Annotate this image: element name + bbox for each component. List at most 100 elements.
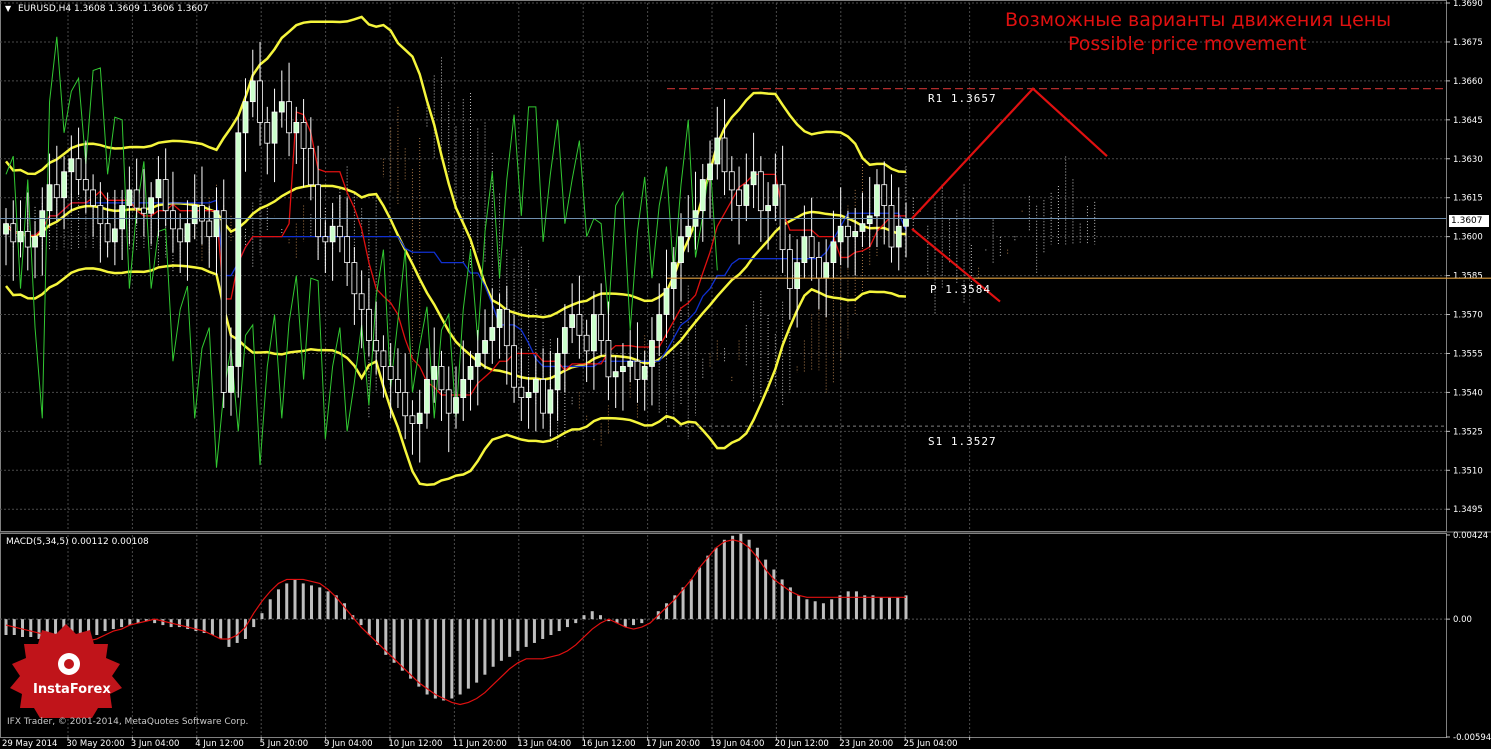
candle-body: [816, 257, 822, 279]
candle-body: [315, 184, 321, 238]
candle-body: [271, 111, 278, 144]
candle-body: [235, 132, 242, 367]
candle-body: [845, 225, 851, 238]
candle-body: [387, 366, 394, 380]
candle-body: [554, 353, 561, 391]
candle-body: [605, 340, 612, 378]
candle-body: [286, 101, 292, 134]
candle-body: [358, 293, 365, 310]
candle-body: [264, 122, 271, 144]
candle-body: [75, 158, 82, 180]
x-tick-label: 5 Jun 20:00: [260, 739, 309, 749]
symbol-header: EURUSD,H4 1.3608 1.3609 1.3606 1.3607: [18, 4, 209, 14]
candle-body: [561, 327, 568, 354]
x-tick-label: 16 Jun 12:00: [582, 739, 636, 749]
candle-body: [670, 262, 677, 289]
candle-body: [257, 80, 263, 123]
current-price-marker: 1.3607: [1449, 215, 1489, 227]
candle-body: [540, 379, 546, 414]
candle-body: [641, 366, 648, 380]
macd-signal-line: [5, 539, 906, 706]
macd-y-tick-label: 0.00: [1453, 615, 1472, 625]
y-tick-label: 1.3555: [1453, 349, 1483, 359]
candle-body: [24, 231, 31, 248]
instaforex-logo: [10, 624, 122, 718]
candle-body: [474, 353, 481, 367]
candle-body: [351, 262, 358, 295]
candle-body: [395, 379, 401, 393]
candle-body: [779, 184, 786, 251]
dropdown-arrow-icon[interactable]: ▼: [5, 3, 11, 14]
candle-body: [53, 184, 60, 199]
candle-body: [220, 210, 227, 393]
ichimoku-tenkan-line: [5, 111, 906, 396]
candle-body: [598, 314, 605, 341]
candle-body: [380, 350, 387, 367]
candlesticks: [3, 41, 909, 463]
candle-body: [685, 225, 692, 238]
candle-body: [525, 392, 532, 399]
candle-body: [772, 184, 779, 206]
candle-body: [874, 184, 880, 217]
candle-body: [460, 379, 467, 399]
candle-body: [547, 389, 554, 414]
candle-body: [162, 179, 169, 212]
x-tick-label: 11 Jun 20:00: [453, 739, 507, 749]
y-tick-label: 1.3540: [1453, 388, 1483, 398]
candle-body: [228, 366, 234, 393]
candle-body: [307, 147, 314, 186]
trading-chart-window: 1.3690 1.3675 1.3660 1.3645 1.3630 1.3615 1.36…: [0, 0, 1491, 749]
candle-body: [612, 371, 619, 378]
candle-body: [438, 366, 445, 391]
y-tick-label: 1.3630: [1453, 155, 1483, 165]
candle-body: [503, 308, 510, 347]
candle-body: [852, 231, 859, 238]
candle-body: [786, 249, 793, 289]
candle-body: [532, 379, 539, 393]
candle-body: [627, 360, 634, 367]
candle-body: [300, 122, 307, 149]
candle-body: [830, 241, 837, 264]
candle-body: [373, 340, 380, 352]
candle-body: [148, 197, 155, 214]
y-tick-label: 1.3660: [1453, 77, 1483, 87]
candle-body: [3, 223, 9, 235]
candle-body: [808, 236, 815, 258]
candle-body: [97, 205, 104, 225]
pivot-level-label: P 1.3584: [930, 283, 991, 296]
candle-body: [634, 360, 641, 380]
y-tick-label: 1.3645: [1453, 116, 1483, 126]
candle-body: [496, 308, 503, 328]
annotation-english: Possible price movement: [1068, 33, 1307, 55]
candle-body: [866, 215, 873, 225]
y-tick-label: 1.3510: [1453, 466, 1483, 476]
candle-body: [170, 210, 176, 230]
candle-body: [10, 223, 17, 243]
candle-body: [249, 80, 256, 103]
candle-body: [467, 366, 474, 380]
y-tick-label: 1.3675: [1453, 38, 1483, 48]
logo-text: InstaForex: [33, 682, 111, 697]
candle-body: [82, 179, 89, 191]
y-tick-label: 1.3525: [1453, 427, 1483, 437]
annotation-russian: Возможные варианты движения цены: [1005, 9, 1392, 31]
x-tick-label: 20 Jun 12:00: [775, 739, 829, 749]
x-tick-label: 13 Jun 04:00: [517, 739, 571, 749]
candle-body: [111, 228, 118, 243]
candle-body: [903, 218, 909, 227]
candle-body: [141, 207, 147, 214]
candle-body: [336, 225, 343, 238]
candle-body: [728, 171, 735, 191]
x-tick-label: 3 Jun 04:00: [131, 739, 180, 749]
candle-body: [155, 179, 162, 199]
candle-body: [416, 412, 423, 424]
chart-canvas[interactable]: 1.3690 1.3675 1.3660 1.3645 1.3630 1.3615 1.36…: [0, 0, 1491, 749]
candle-body: [213, 210, 220, 238]
candle-body: [424, 379, 430, 414]
candle-body: [888, 205, 895, 248]
x-tick-label: 17 Jun 20:00: [646, 739, 700, 749]
candle-body: [453, 397, 459, 414]
x-tick-label: 4 Jun 12:00: [195, 739, 244, 749]
candle-body: [482, 340, 488, 354]
candle-body: [32, 236, 38, 248]
